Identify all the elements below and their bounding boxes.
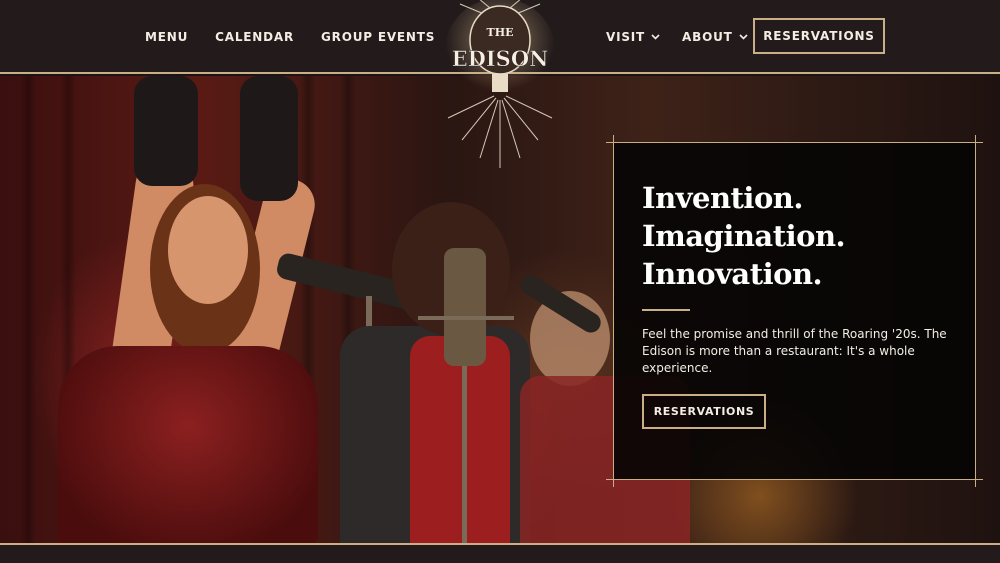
nav-visit-label: VISIT xyxy=(606,30,646,44)
hero-description: Feel the promise and thrill of the Roari… xyxy=(642,327,947,375)
hero-reservations-button[interactable]: RESERVATIONS xyxy=(642,394,766,429)
logo-edison: EDISON xyxy=(452,46,549,71)
singer-glove xyxy=(134,76,198,186)
hero-info-card: Invention. Imagination. Innovation. Feel… xyxy=(613,142,976,480)
edison-logo[interactable]: THE EDISON xyxy=(440,0,560,170)
primary-nav-right: VISIT ABOUT xyxy=(606,0,748,74)
next-section-strip xyxy=(0,543,1000,563)
hero-title: Invention. Imagination. Innovation. xyxy=(642,179,962,293)
primary-nav-left: MENU CALENDAR GROUP EVENTS xyxy=(145,0,435,74)
nav-about[interactable]: ABOUT xyxy=(682,30,748,44)
singer-vest xyxy=(410,336,510,543)
hero-title-line: Innovation. xyxy=(642,257,823,291)
singer-glove xyxy=(240,76,298,201)
mic-cage xyxy=(418,316,514,320)
hero-title-line: Invention. xyxy=(642,181,803,215)
nav-visit[interactable]: VISIT xyxy=(606,30,660,44)
singer-face xyxy=(168,196,248,304)
nav-group-events[interactable]: GROUP EVENTS xyxy=(321,30,435,44)
singer-dress xyxy=(58,346,318,543)
hero-title-line: Imagination. xyxy=(642,219,846,253)
curtain-fold xyxy=(20,76,36,543)
logo-the: THE xyxy=(487,26,514,39)
mic-stand xyxy=(462,366,467,543)
title-divider xyxy=(642,309,690,311)
vintage-microphone xyxy=(444,248,486,366)
nav-about-label: ABOUT xyxy=(682,30,733,44)
chevron-down-icon xyxy=(651,34,660,40)
chevron-down-icon xyxy=(739,34,748,40)
nav-menu[interactable]: MENU xyxy=(145,30,188,44)
nav-calendar[interactable]: CALENDAR xyxy=(215,30,294,44)
header-reservations-button[interactable]: RESERVATIONS xyxy=(753,18,885,54)
